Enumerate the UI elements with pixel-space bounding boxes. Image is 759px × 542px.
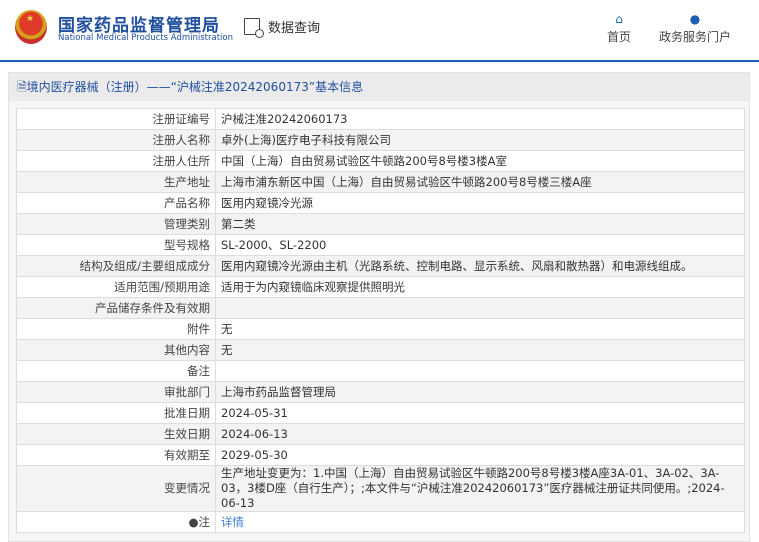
row-label: 生产地址 xyxy=(16,171,216,193)
nav-home-label: 首页 xyxy=(607,30,632,44)
pin-icon: ● xyxy=(188,514,199,529)
row-value: 中国（上海）自由贸易试验区牛顿路200号8号楼3楼A室 xyxy=(215,150,745,172)
table-row: 审批部门 上海市药品监督管理局 xyxy=(16,381,745,403)
row-value xyxy=(215,297,745,319)
data-query-label: 数据查询 xyxy=(244,17,321,38)
row-value: 2029-05-30 xyxy=(215,444,745,466)
table-row: 变更情况 生产地址变更为：1.中国（上海）自由贸易试验区牛顿路200号8号楼3楼A… xyxy=(16,465,745,512)
row-label: 结构及组成/主要组成成分 xyxy=(16,255,216,277)
row-value: 生产地址变更为：1.中国（上海）自由贸易试验区牛顿路200号8号楼3楼A座3A-… xyxy=(215,465,745,512)
table-row: 生效日期 2024-06-13 xyxy=(16,423,745,445)
row-label: 变更情况 xyxy=(16,465,216,512)
data-query-text: 数据查询 xyxy=(268,21,321,36)
table-row: 附件无 xyxy=(16,318,745,340)
row-label: 适用范围/预期用途 xyxy=(16,276,216,298)
row-value: 医用内窥镜冷光源由主机（光路系统、控制电路、显示系统、风扇和散热器）和电源线组成… xyxy=(215,255,745,277)
search-document-icon xyxy=(244,18,264,38)
national-emblem-logo xyxy=(15,10,47,44)
row-label: 产品储存条件及有效期 xyxy=(16,297,216,319)
row-label: 附件 xyxy=(16,318,216,340)
row-label: 审批部门 xyxy=(16,381,216,403)
row-value: 适用于为内窥镜临床观察提供照明光 xyxy=(215,276,745,298)
table-row: 管理类别 第二类 xyxy=(16,213,745,235)
table-row: 备注 xyxy=(16,360,745,382)
note-value: 详情 xyxy=(215,511,745,533)
details-link[interactable]: 详情 xyxy=(221,515,244,529)
table-row: 产品储存条件及有效期 xyxy=(16,297,745,319)
row-label: 其他内容 xyxy=(16,339,216,361)
row-value: 无 xyxy=(215,318,745,340)
row-value: 2024-06-13 xyxy=(215,423,745,445)
row-value xyxy=(215,360,745,382)
row-value: 第二类 xyxy=(215,213,745,235)
row-label: 备注 xyxy=(16,360,216,382)
note-row: ●注 详情 xyxy=(16,511,745,533)
row-label: 注册人住所 xyxy=(16,150,216,172)
row-value: 无 xyxy=(215,339,745,361)
user-icon: ● xyxy=(689,12,701,26)
table-row: 其他内容无 xyxy=(16,339,745,361)
note-label-text: 注 xyxy=(198,514,211,529)
row-value: 2024-05-31 xyxy=(215,402,745,424)
row-label: 注册证编号 xyxy=(16,108,216,130)
note-label: ●注 xyxy=(16,511,216,533)
row-value: 沪械注准20242060173 xyxy=(215,108,745,130)
detail-panel: 🗎境内医疗器械（注册）——“沪械注准20242060173”基本信息 注册证编号… xyxy=(8,72,750,542)
table-row: 生产地址 上海市浦东新区中国（上海）自由贸易试验区牛顿路200号8号楼三楼A座 xyxy=(16,171,745,193)
row-label: 生效日期 xyxy=(16,423,216,445)
table-row: 适用范围/预期用途 适用于为内窥镜临床观察提供照明光 xyxy=(16,276,745,298)
table-row: 注册人住所 中国（上海）自由贸易试验区牛顿路200号8号楼3楼A室 xyxy=(16,150,745,172)
row-value: 上海市浦东新区中国（上海）自由贸易试验区牛顿路200号8号楼三楼A座 xyxy=(215,171,745,193)
row-value: 卓外(上海)医疗电子科技有限公司 xyxy=(215,129,745,151)
site-header: 国家药品监督管理局 National Medical Products Admi… xyxy=(0,0,759,62)
info-table: 注册证编号 沪械注准20242060173 注册人名称 卓外(上海)医疗电子科技有限公… xyxy=(16,108,745,533)
home-icon: ⌂ xyxy=(615,12,623,26)
panel-title: 🗎境内医疗器械（注册）——“沪械注准20242060173”基本信息 xyxy=(9,73,749,101)
row-value: 上海市药品监督管理局 xyxy=(215,381,745,403)
document-icon: 🗎 xyxy=(17,80,27,94)
table-row: 批准日期 2024-05-31 xyxy=(16,402,745,424)
row-label: 管理类别 xyxy=(16,213,216,235)
table-row: 注册证编号 沪械注准20242060173 xyxy=(16,108,745,130)
table-row: 有效期至 2029-05-30 xyxy=(16,444,745,466)
row-value: 医用内窥镜冷光源 xyxy=(215,192,745,214)
table-row: 注册人名称 卓外(上海)医疗电子科技有限公司 xyxy=(16,129,745,151)
table-row: 结构及组成/主要组成成分 医用内窥镜冷光源由主机（光路系统、控制电路、显示系统、风… xyxy=(16,255,745,277)
nav-portal-label: 政务服务门户 xyxy=(659,30,732,44)
panel-title-text: 境内医疗器械（注册）——“沪械注准20242060173”基本信息 xyxy=(26,80,364,94)
nav-home[interactable]: ⌂ 首页 xyxy=(607,12,631,45)
row-label: 产品名称 xyxy=(16,192,216,214)
row-value: SL-2000、SL-2200 xyxy=(215,234,745,256)
table-row: 型号规格 SL-2000、SL-2200 xyxy=(16,234,745,256)
row-label: 有效期至 xyxy=(16,444,216,466)
row-label: 批准日期 xyxy=(16,402,216,424)
row-label: 注册人名称 xyxy=(16,129,216,151)
table-row: 产品名称 医用内窥镜冷光源 xyxy=(16,192,745,214)
nav-service-portal[interactable]: ● 政务服务门户 xyxy=(659,12,731,45)
site-subtitle: National Medical Products Administration xyxy=(58,33,233,43)
row-label: 型号规格 xyxy=(16,234,216,256)
